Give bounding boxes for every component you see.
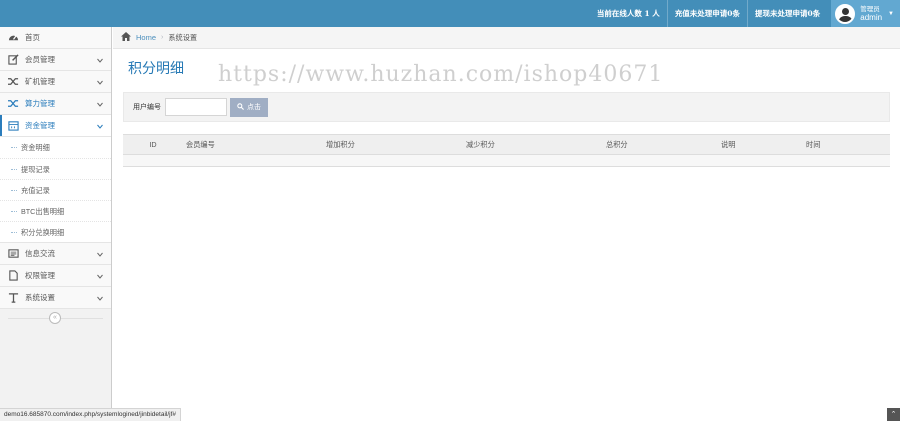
shuffle-icon	[7, 98, 19, 110]
sidebar-item-home[interactable]: 首页	[0, 27, 111, 49]
online-count: 当前在线人数 1 人	[596, 9, 660, 18]
user-menu[interactable]: 管理员 admin ▼	[831, 0, 900, 27]
column-header-points-deducted: 减少积分	[463, 134, 603, 155]
chevron-down-icon	[97, 122, 103, 131]
submenu-item-withdraw-records[interactable]: 提现记录	[0, 158, 111, 179]
chevron-down-icon	[97, 100, 103, 109]
page-title: 积分明细	[128, 61, 184, 77]
submenu-item-points-exchange[interactable]: 积分兑换明细	[0, 221, 111, 242]
sidebar-item-label: 权限管理	[25, 271, 55, 280]
chevron-down-icon	[97, 294, 103, 303]
submenu-item-btc-sales[interactable]: BTC出售明细	[0, 200, 111, 221]
search-icon	[237, 102, 244, 112]
edit-icon	[7, 54, 19, 66]
sidebar-collapse: «	[0, 309, 111, 327]
sidebar-item-members[interactable]: 会员管理	[0, 49, 111, 71]
collapse-left-icon[interactable]: «	[49, 312, 61, 324]
pending-withdraw-link[interactable]: 提现未处理申请0条	[747, 0, 827, 27]
sidebar-item-label: 信息交流	[25, 249, 55, 258]
avatar	[835, 3, 856, 24]
sidebar-item-permissions[interactable]: 权限管理	[0, 265, 111, 287]
column-header-description: 说明	[718, 134, 803, 155]
column-header-id: ID	[123, 134, 183, 155]
search-label: 用户编号	[133, 104, 161, 111]
calendar-icon	[7, 120, 19, 132]
breadcrumb-home-link[interactable]: Home	[136, 33, 156, 42]
sidebar-item-miners[interactable]: 矿机管理	[0, 71, 111, 93]
chevron-down-icon	[97, 272, 103, 281]
watermark: https://www.huzhan.com/ishop40671	[218, 62, 664, 87]
submenu-item-recharge-records[interactable]: 充值记录	[0, 179, 111, 200]
sidebar-item-messages[interactable]: 信息交流	[0, 243, 111, 265]
sidebar-item-funds[interactable]: 资金管理	[0, 115, 111, 137]
sidebar-item-label: 首页	[25, 33, 40, 42]
search-button-label: 点击	[247, 104, 261, 111]
chevron-down-icon	[97, 56, 103, 65]
user-name: admin	[860, 12, 883, 22]
table-header-row: ID 会员编号 增加积分 减少积分 总积分 说明 时间	[123, 134, 890, 155]
pending-recharge-link[interactable]: 充值未处理申请0条	[666, 0, 747, 27]
chevron-down-icon	[97, 78, 103, 87]
points-detail-table: ID 会员编号 增加积分 减少积分 总积分 说明 时间	[123, 134, 890, 167]
status-bar-url: demo16.685870.com/index.php/systemlogine…	[0, 408, 181, 421]
sidebar-item-settings[interactable]: 系统设置	[0, 287, 111, 309]
search-button[interactable]: 点击	[230, 97, 268, 117]
dashboard-icon	[7, 32, 19, 44]
column-header-points-added: 增加积分	[323, 134, 463, 155]
column-header-total-points: 总积分	[603, 134, 718, 155]
column-header-member-no: 会员编号	[183, 134, 323, 155]
home-icon	[121, 32, 131, 43]
sidebar-item-hashpower[interactable]: 算力管理	[0, 93, 111, 115]
sidebar-item-label: 资金管理	[25, 121, 55, 130]
search-bar: 用户编号 点击	[123, 92, 890, 122]
text-icon	[7, 292, 19, 304]
top-navbar: 当前在线人数 1 人 充值未处理申请0条 提现未处理申请0条 管理员 admin…	[0, 0, 900, 27]
sidebar: 首页 会员管理 矿机管理 算力管理 资金管理 资金明细 提现记录 充值记录 BT…	[0, 27, 112, 421]
shuffle-icon	[7, 76, 19, 88]
chevron-down-icon	[97, 250, 103, 259]
table-empty-row	[123, 154, 890, 167]
sidebar-item-label: 会员管理	[25, 55, 55, 64]
sidebar-item-label: 系统设置	[25, 293, 55, 302]
breadcrumb: Home › 系统设置	[113, 27, 900, 49]
funds-submenu: 资金明细 提现记录 充值记录 BTC出售明细 积分兑换明细	[0, 137, 111, 243]
breadcrumb-current: 系统设置	[168, 32, 198, 42]
sidebar-item-label: 矿机管理	[25, 77, 55, 86]
list-icon	[7, 248, 19, 260]
breadcrumb-separator-icon: ›	[161, 34, 164, 41]
sidebar-item-label: 算力管理	[25, 99, 55, 108]
caret-down-icon: ▼	[888, 10, 894, 17]
file-icon	[7, 270, 19, 282]
navbar-right: 当前在线人数 1 人 充值未处理申请0条 提现未处理申请0条 管理员 admin…	[590, 0, 900, 27]
scroll-top-icon[interactable]: ⌃	[887, 408, 900, 421]
column-header-time: 时间	[803, 134, 890, 155]
submenu-item-fund-detail[interactable]: 资金明细	[0, 137, 111, 158]
user-id-input[interactable]	[165, 98, 227, 116]
